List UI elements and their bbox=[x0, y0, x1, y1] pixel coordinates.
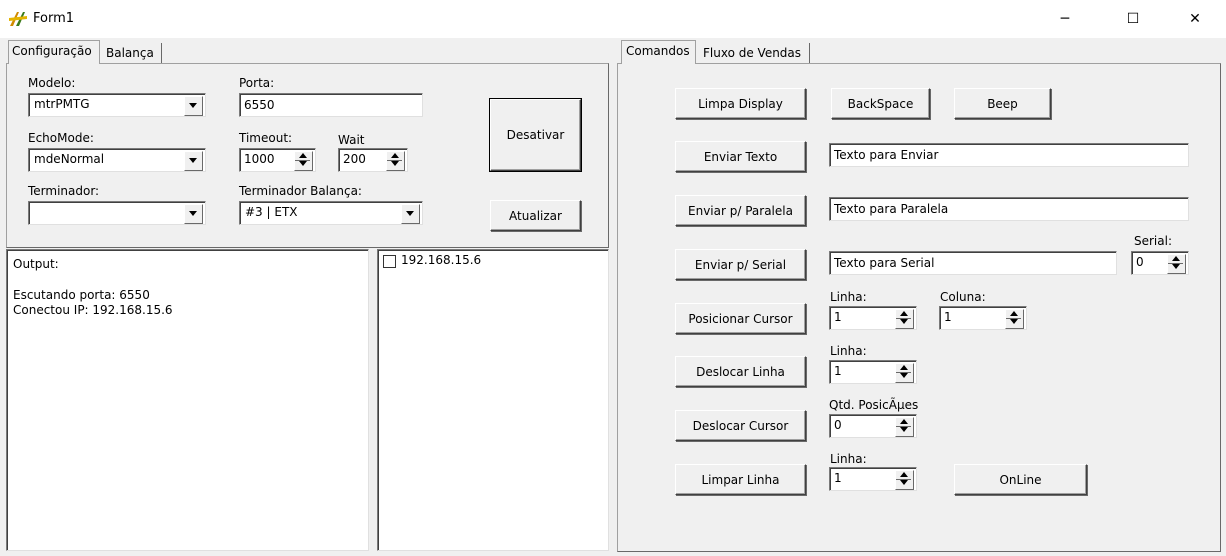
coluna-label: Coluna: bbox=[940, 290, 986, 304]
deslocar-linha-value: 1 bbox=[834, 364, 842, 378]
deslocar-linha-text: Deslocar Linha bbox=[696, 364, 785, 379]
deslocar-cursor-label: Deslocar Cursor bbox=[692, 418, 789, 433]
wait-value: 200 bbox=[343, 152, 366, 166]
echomode-label: EchoMode: bbox=[28, 131, 94, 145]
deslocar-cursor-button[interactable]: Deslocar Cursor bbox=[675, 410, 806, 441]
spin-arrows-icon[interactable] bbox=[895, 309, 914, 329]
deslocar-linha-button[interactable]: Deslocar Linha bbox=[675, 356, 806, 387]
tab-label: Comandos bbox=[626, 44, 690, 58]
enviar-texto-button[interactable]: Enviar Texto bbox=[675, 141, 806, 172]
timeout-label: Timeout: bbox=[239, 131, 293, 145]
beep-button[interactable]: Beep bbox=[954, 88, 1051, 119]
enviar-paralela-input[interactable]: Texto para Paralela bbox=[829, 197, 1189, 221]
tab-comandos[interactable]: Comandos bbox=[621, 40, 696, 64]
limpar-linha-button[interactable]: Limpar Linha bbox=[675, 464, 806, 495]
online-label: OnLine bbox=[999, 472, 1042, 487]
enviar-paralela-label: Enviar p/ Paralela bbox=[688, 203, 793, 218]
enviar-texto-input[interactable]: Texto para Enviar bbox=[829, 143, 1189, 167]
posicionar-cursor-label: Posicionar Cursor bbox=[688, 311, 793, 326]
terminador-balanca-label: Terminador Balança: bbox=[239, 184, 362, 198]
echomode-select[interactable]: mdeNormal bbox=[28, 148, 206, 172]
spin-arrows-icon[interactable] bbox=[386, 151, 405, 171]
client-ip: 192.168.15.6 bbox=[401, 253, 482, 267]
terminador-label: Terminador: bbox=[28, 184, 100, 198]
limpar-linha-value: 1 bbox=[834, 471, 842, 485]
terminador-balanca-select[interactable]: #3 | ETX bbox=[239, 201, 423, 225]
wait-label: Wait bbox=[338, 133, 365, 147]
tab-label: Configuração bbox=[12, 44, 92, 58]
coluna-spinner[interactable]: 1 bbox=[939, 306, 1027, 330]
deslocar-linha-spinner[interactable]: 1 bbox=[829, 360, 917, 384]
title-bar: Form1 ─ ☐ ✕ bbox=[0, 0, 1226, 38]
limpa-display-button[interactable]: Limpa Display bbox=[675, 88, 806, 119]
backspace-button[interactable]: BackSpace bbox=[831, 88, 930, 119]
output-line: Escutando porta: 6550 bbox=[13, 288, 150, 302]
atualizar-button[interactable]: Atualizar bbox=[490, 200, 581, 231]
clients-checklist[interactable]: 192.168.15.6 bbox=[377, 249, 609, 551]
enviar-serial-input[interactable]: Texto para Serial bbox=[829, 251, 1117, 275]
limpar-linha-text: Limpar Linha bbox=[701, 472, 780, 487]
serial-value: 0 bbox=[1136, 255, 1144, 269]
chevron-down-icon[interactable] bbox=[184, 151, 203, 171]
modelo-value: mtrPMTG bbox=[34, 97, 90, 111]
serial-label: Serial: bbox=[1134, 234, 1172, 248]
qtd-posicoes-value: 0 bbox=[834, 418, 842, 432]
qtd-posicoes-label: Qtd. PosicÃµes bbox=[829, 398, 919, 412]
tab-label: Fluxo de Vendas bbox=[703, 46, 802, 60]
serial-spinner[interactable]: 0 bbox=[1131, 251, 1189, 275]
coluna-value: 1 bbox=[944, 310, 952, 324]
maximize-button[interactable]: ☐ bbox=[1110, 0, 1156, 38]
limpar-linha-spinner[interactable]: 1 bbox=[829, 467, 917, 491]
posicionar-cursor-button[interactable]: Posicionar Cursor bbox=[675, 303, 806, 334]
enviar-serial-label: Enviar p/ Serial bbox=[694, 257, 787, 272]
atualizar-label: Atualizar bbox=[509, 208, 562, 223]
chevron-down-icon[interactable] bbox=[184, 96, 203, 116]
spin-arrows-icon[interactable] bbox=[294, 151, 313, 171]
output-memo[interactable]: Output: Escutando porta: 6550 Conectou I… bbox=[6, 249, 369, 551]
wait-spinner[interactable]: 200 bbox=[338, 148, 408, 172]
modelo-select[interactable]: mtrPMTG bbox=[28, 93, 206, 117]
terminador-balanca-value: #3 | ETX bbox=[245, 205, 298, 219]
tab-fluxo-de-vendas[interactable]: Fluxo de Vendas bbox=[700, 43, 810, 63]
beep-label: Beep bbox=[987, 96, 1018, 111]
close-button[interactable]: ✕ bbox=[1172, 0, 1218, 38]
chevron-down-icon[interactable] bbox=[401, 204, 420, 224]
desativar-button[interactable]: Desativar bbox=[489, 98, 582, 172]
limpa-display-label: Limpa Display bbox=[698, 96, 783, 111]
output-line: Conectou IP: 192.168.15.6 bbox=[13, 303, 173, 317]
tab-configuracao[interactable]: Configuração bbox=[8, 40, 100, 64]
backspace-label: BackSpace bbox=[847, 96, 914, 111]
tab-balanca[interactable]: Balança bbox=[104, 43, 162, 63]
modelo-label: Modelo: bbox=[28, 76, 76, 90]
linha-label: Linha: bbox=[830, 290, 867, 304]
output-line: Output: bbox=[13, 257, 59, 271]
window-title: Form1 bbox=[33, 11, 75, 26]
echomode-value: mdeNormal bbox=[34, 152, 105, 166]
enviar-paralela-button[interactable]: Enviar p/ Paralela bbox=[675, 195, 806, 226]
chevron-down-icon[interactable] bbox=[184, 204, 203, 224]
porta-label: Porta: bbox=[239, 76, 275, 90]
timeout-spinner[interactable]: 1000 bbox=[239, 148, 316, 172]
app-icon bbox=[8, 10, 28, 28]
timeout-value: 1000 bbox=[244, 152, 275, 166]
linha-spinner[interactable]: 1 bbox=[829, 306, 917, 330]
spin-arrows-icon[interactable] bbox=[1167, 254, 1186, 274]
tab-label: Balança bbox=[106, 46, 154, 60]
desativar-label: Desativar bbox=[506, 128, 565, 142]
spin-arrows-icon[interactable] bbox=[895, 417, 914, 437]
qtd-posicoes-spinner[interactable]: 0 bbox=[829, 414, 917, 438]
linha-value: 1 bbox=[834, 310, 842, 324]
minimize-button[interactable]: ─ bbox=[1042, 0, 1088, 38]
enviar-texto-label: Enviar Texto bbox=[703, 149, 778, 164]
porta-input[interactable]: 6550 bbox=[239, 93, 423, 117]
client-checkbox[interactable] bbox=[383, 255, 396, 268]
terminador-select[interactable] bbox=[28, 201, 206, 225]
limpar-linha-label: Linha: bbox=[830, 452, 867, 466]
deslocar-linha-label: Linha: bbox=[830, 344, 867, 358]
spin-arrows-icon[interactable] bbox=[895, 363, 914, 383]
enviar-serial-button[interactable]: Enviar p/ Serial bbox=[675, 249, 806, 280]
online-button[interactable]: OnLine bbox=[954, 464, 1087, 495]
spin-arrows-icon[interactable] bbox=[1005, 309, 1024, 329]
spin-arrows-icon[interactable] bbox=[895, 470, 914, 490]
